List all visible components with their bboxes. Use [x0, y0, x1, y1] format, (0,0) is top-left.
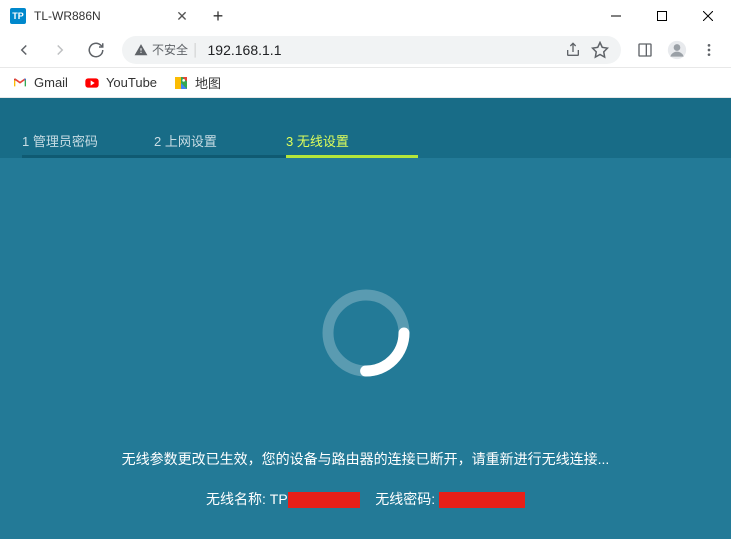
bookmark-maps[interactable]: 地图	[173, 73, 221, 92]
menu-button[interactable]	[695, 36, 723, 64]
window-controls	[593, 0, 731, 32]
step-wan-settings[interactable]: 2 上网设置	[154, 98, 286, 158]
ssid-value-prefix: TP	[270, 491, 288, 507]
step-admin-password[interactable]: 1 管理员密码	[22, 98, 154, 158]
status-message: 无线参数更改已生效，您的设备与路由器的连接已断开，请重新进行无线连接...	[0, 449, 731, 469]
address-bar: 不安全 │ 192.168.1.1	[0, 32, 731, 68]
security-indicator[interactable]: 不安全 │	[134, 41, 200, 58]
ssid-label: 无线名称:	[206, 491, 266, 507]
minimize-button[interactable]	[593, 0, 639, 32]
bookmark-gmail[interactable]: Gmail	[12, 75, 68, 91]
youtube-icon	[84, 75, 100, 91]
password-redacted	[439, 492, 525, 508]
step-label: 1 管理员密码	[22, 131, 154, 158]
step-wireless-settings[interactable]: 3 无线设置	[286, 98, 418, 158]
reload-button[interactable]	[80, 34, 112, 66]
router-page: 1 管理员密码 2 上网设置 3 无线设置 无线参数更改已生效，您的设备与路由器…	[0, 98, 731, 539]
step-label: 3 无线设置	[286, 131, 418, 158]
back-button[interactable]	[8, 34, 40, 66]
side-panel-button[interactable]	[631, 36, 659, 64]
credentials-line: 无线名称: TP 无线密码:	[0, 489, 731, 509]
tab-title: TL-WR886N	[34, 9, 166, 23]
bookmark-label: Gmail	[34, 75, 68, 90]
forward-button[interactable]	[44, 34, 76, 66]
ssid-redacted	[288, 492, 360, 508]
url-field[interactable]: 不安全 │ 192.168.1.1	[122, 36, 621, 64]
maximize-button[interactable]	[639, 0, 685, 32]
gmail-icon	[12, 75, 28, 91]
loading-spinner	[316, 283, 416, 383]
bookmarks-bar: Gmail YouTube 地图	[0, 68, 731, 98]
bookmark-label: YouTube	[106, 75, 157, 90]
titlebar: TP TL-WR886N ✕ +	[0, 0, 731, 32]
wizard-steps: 1 管理员密码 2 上网设置 3 无线设置	[0, 98, 731, 158]
password-label: 无线密码:	[375, 491, 435, 507]
bookmark-star-icon[interactable]	[591, 41, 609, 59]
content-area: 无线参数更改已生效，您的设备与路由器的连接已断开，请重新进行无线连接... 无线…	[0, 158, 731, 539]
tab-favicon: TP	[10, 8, 26, 24]
tab-close-button[interactable]: ✕	[174, 8, 190, 24]
bookmark-label: 地图	[195, 73, 221, 92]
security-divider: │	[192, 43, 200, 57]
share-icon[interactable]	[565, 42, 581, 58]
maps-icon	[173, 75, 189, 91]
close-window-button[interactable]	[685, 0, 731, 32]
warning-icon	[134, 43, 148, 57]
profile-button[interactable]	[663, 36, 691, 64]
new-tab-button[interactable]: +	[204, 2, 232, 30]
bookmark-youtube[interactable]: YouTube	[84, 75, 157, 91]
step-label: 2 上网设置	[154, 131, 286, 158]
url-text: 192.168.1.1	[208, 42, 557, 58]
security-label: 不安全	[152, 41, 188, 58]
browser-tab[interactable]: TP TL-WR886N ✕	[0, 0, 200, 32]
